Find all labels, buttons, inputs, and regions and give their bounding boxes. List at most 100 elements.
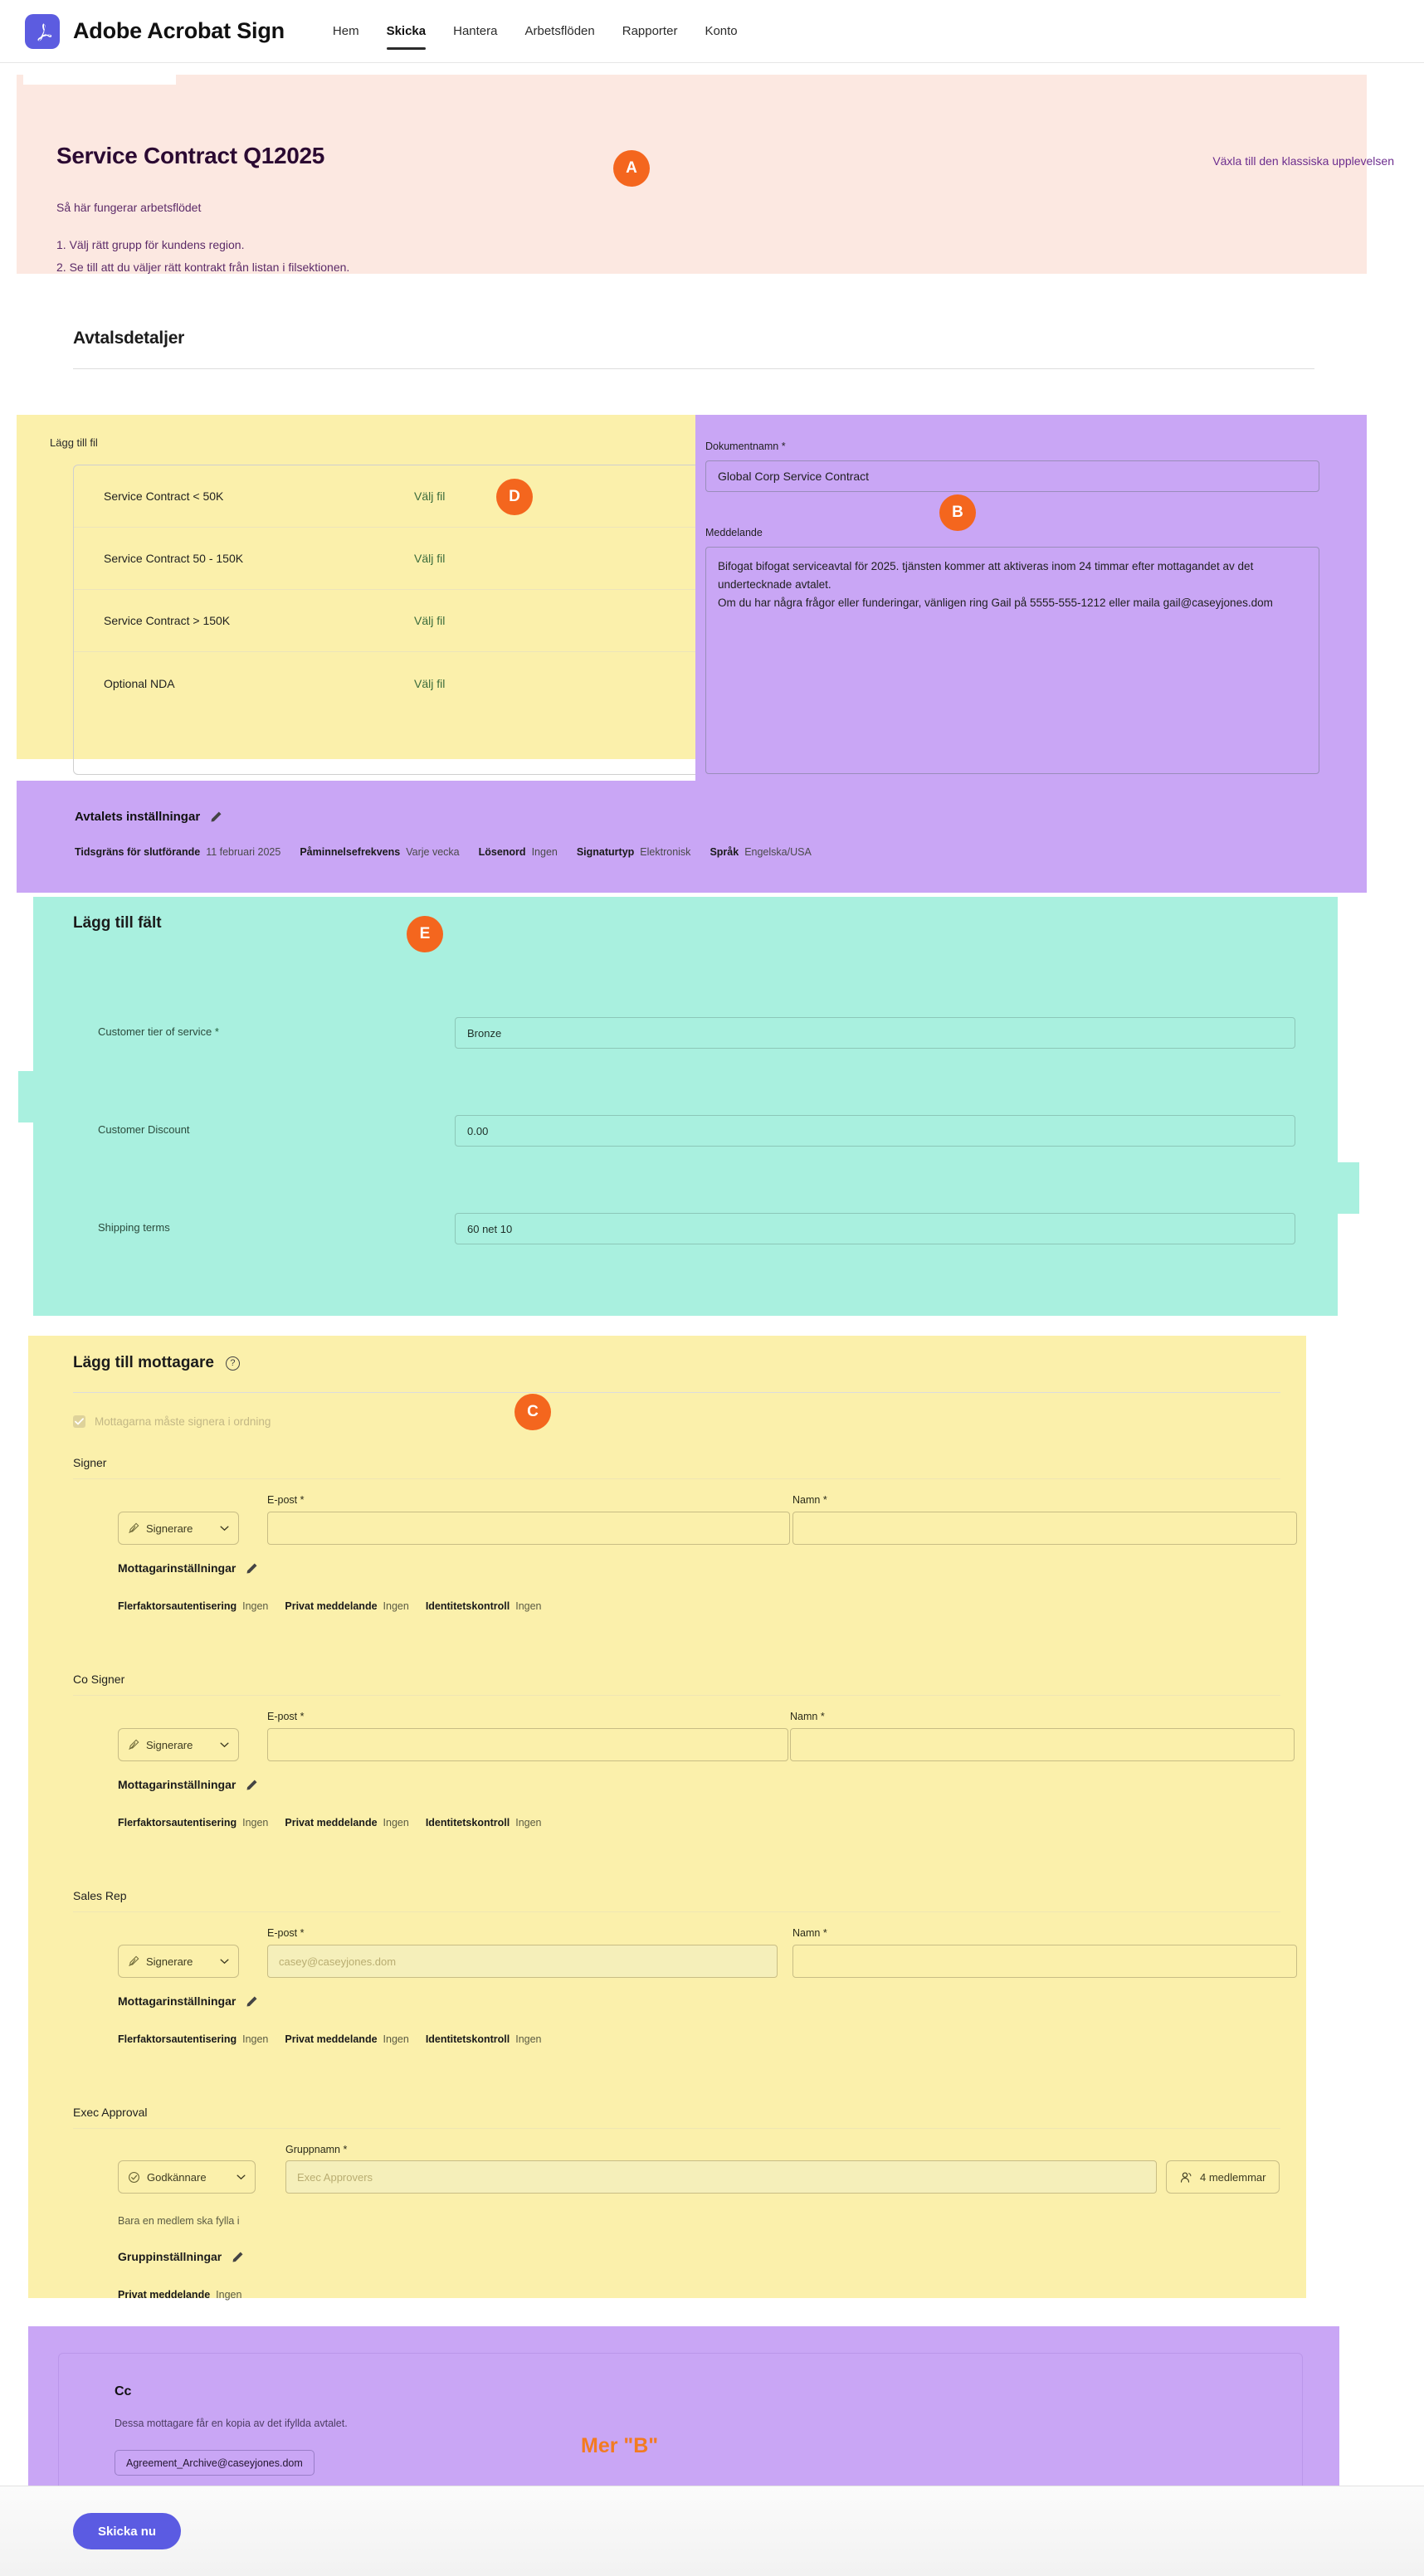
recipient-settings-title: Mottagarinställningar — [118, 1778, 258, 1791]
page-body: Service Contract Q12025 Så här fungerar … — [0, 63, 1424, 2576]
setting-value: Varje vecka — [406, 846, 460, 858]
callout-badge-a: A — [613, 150, 650, 187]
group-members-button[interactable]: 4 medlemmar — [1166, 2160, 1280, 2194]
setting-value: 11 februari 2025 — [206, 846, 281, 858]
nav-item-hantera[interactable]: Hantera — [453, 0, 497, 63]
nav-item-arbetsfloden[interactable]: Arbetsflöden — [525, 0, 595, 63]
meta-value: Ingen — [515, 2033, 542, 2045]
edit-pencil-icon[interactable] — [246, 1995, 258, 2008]
recipient-name-input[interactable] — [792, 1945, 1297, 1978]
name-label: Namn * — [792, 1927, 827, 1939]
meta-key: Identitetskontroll — [425, 2033, 510, 2045]
meta-key: Privat meddelande — [285, 2033, 378, 2045]
meta-value: Ingen — [383, 1817, 409, 1829]
annotation-more-b: Mer "B" — [581, 2434, 659, 2457]
field-label-text: Shipping terms — [98, 1221, 170, 1234]
recipient-name-input[interactable] — [790, 1728, 1295, 1761]
single-member-hint: Bara en medlem ska fylla i — [118, 2215, 240, 2227]
meta-key: Identitetskontroll — [425, 1817, 510, 1829]
brand-logo[interactable]: Adobe Acrobat Sign — [25, 13, 285, 49]
file-name: Service Contract < 50K — [104, 489, 224, 503]
message-textarea[interactable] — [705, 547, 1319, 774]
customer-tier-input[interactable] — [455, 1017, 1295, 1049]
cc-description: Dessa mottagare får en kopia av det ifyl… — [115, 2418, 348, 2429]
file-list-box: Service Contract < 50K Välj fil Service … — [73, 465, 709, 775]
callout-badge-b: B — [939, 494, 976, 531]
recipient-group-label: Sales Rep — [73, 1889, 127, 1902]
signature-pen-icon — [129, 1955, 139, 1966]
customer-discount-input[interactable] — [455, 1115, 1295, 1147]
role-selector-signer[interactable]: Signerare — [118, 1512, 239, 1545]
file-row[interactable]: Service Contract 50 - 150K Välj fil — [74, 528, 709, 590]
required-asterisk: * — [781, 441, 786, 452]
role-selector-salesrep[interactable]: Signerare — [118, 1945, 239, 1978]
meta-key: Privat meddelande — [118, 2289, 211, 2301]
edit-pencil-icon[interactable] — [246, 1562, 258, 1575]
choose-file-link[interactable]: Välj fil — [414, 677, 445, 690]
required-asterisk: * — [822, 1494, 827, 1506]
meta-key: Flerfaktorsautentisering — [118, 2033, 237, 2045]
meta-value: Ingen — [515, 1817, 542, 1829]
recipient-email-input[interactable] — [267, 1512, 790, 1545]
sign-in-order-checkbox-row[interactable]: Mottagarna måste signera i ordning — [73, 1415, 271, 1428]
email-label-text: E-post — [267, 1927, 298, 1939]
name-label-text: Namn — [792, 1494, 821, 1506]
meta-value: Ingen — [383, 2033, 409, 2045]
email-label: E-post * — [267, 1711, 305, 1722]
nav-item-konto[interactable]: Konto — [705, 0, 737, 63]
setting-value: Ingen — [531, 846, 558, 858]
meta-key: Flerfaktorsautentisering — [118, 1817, 237, 1829]
required-asterisk: * — [300, 1711, 305, 1722]
email-label-text: E-post — [267, 1711, 298, 1722]
file-name: Service Contract > 150K — [104, 614, 231, 627]
role-selector-cosigner[interactable]: Signerare — [118, 1728, 239, 1761]
banner-notch-decoration — [23, 63, 176, 85]
approver-check-icon — [129, 2171, 139, 2183]
agreement-settings-values: Tidsgräns för slutförande 11 februari 20… — [75, 846, 825, 858]
required-asterisk: * — [343, 2144, 348, 2155]
document-name-input[interactable] — [705, 460, 1319, 492]
chevron-down-icon — [237, 2174, 246, 2179]
file-row[interactable]: Optional NDA Välj fil — [74, 652, 709, 714]
add-fields-panel — [18, 897, 1359, 1316]
group-settings-title-text: Gruppinställningar — [118, 2250, 222, 2263]
role-label: Signerare — [146, 1738, 193, 1751]
file-name: Service Contract 50 - 150K — [104, 552, 244, 565]
role-selector-approver[interactable]: Godkännare — [118, 2160, 256, 2194]
recipient-email-input[interactable] — [267, 1945, 778, 1978]
banner-instruction-1: 1. Välj rätt grupp för kundens region. — [56, 238, 245, 251]
edit-pencil-icon[interactable] — [246, 1779, 258, 1791]
switch-to-classic-link[interactable]: Växla till den klassiska upplevelsen — [1212, 154, 1394, 168]
group-settings-title: Gruppinställningar — [118, 2250, 244, 2263]
choose-file-link[interactable]: Välj fil — [414, 552, 445, 565]
edit-pencil-icon[interactable] — [232, 2251, 244, 2263]
setting-key: Språk — [710, 846, 739, 858]
cc-recipient-chip[interactable]: Agreement_Archive@caseyjones.dom — [115, 2450, 315, 2476]
recipient-group-label: Signer — [73, 1456, 107, 1469]
send-now-button[interactable]: Skicka nu — [73, 2513, 182, 2549]
recipient-name-input[interactable] — [792, 1512, 1297, 1545]
edit-pencil-icon[interactable] — [210, 811, 222, 823]
field-label-text: Customer tier of service — [98, 1025, 212, 1038]
file-row[interactable]: Service Contract < 50K Välj fil — [74, 465, 709, 528]
recipient-email-input[interactable] — [267, 1728, 788, 1761]
field-label: Shipping terms — [98, 1221, 170, 1234]
nav-item-hem[interactable]: Hem — [333, 0, 359, 63]
page-title: Service Contract Q12025 — [56, 143, 325, 168]
agreement-settings-title-text: Avtalets inställningar — [75, 810, 201, 824]
nav-item-skicka[interactable]: Skicka — [386, 0, 426, 63]
add-recipients-heading: Lägg till mottagare ? — [73, 1354, 240, 1372]
choose-file-link[interactable]: Välj fil — [414, 489, 445, 503]
group-name-input[interactable] — [285, 2160, 1157, 2194]
choose-file-link[interactable]: Välj fil — [414, 614, 445, 627]
meta-value: Ingen — [242, 1817, 269, 1829]
checkbox-checked-icon[interactable] — [73, 1415, 85, 1428]
help-icon[interactable]: ? — [225, 1356, 240, 1371]
add-file-label: Lägg till fil — [50, 436, 98, 449]
nav-item-rapporter[interactable]: Rapporter — [622, 0, 678, 63]
shipping-terms-input[interactable] — [455, 1213, 1295, 1244]
callout-badge-e: E — [407, 916, 443, 952]
group-name-label-text: Gruppnamn — [285, 2144, 341, 2155]
file-row[interactable]: Service Contract > 150K Välj fil — [74, 590, 709, 652]
email-label: E-post * — [267, 1927, 305, 1939]
